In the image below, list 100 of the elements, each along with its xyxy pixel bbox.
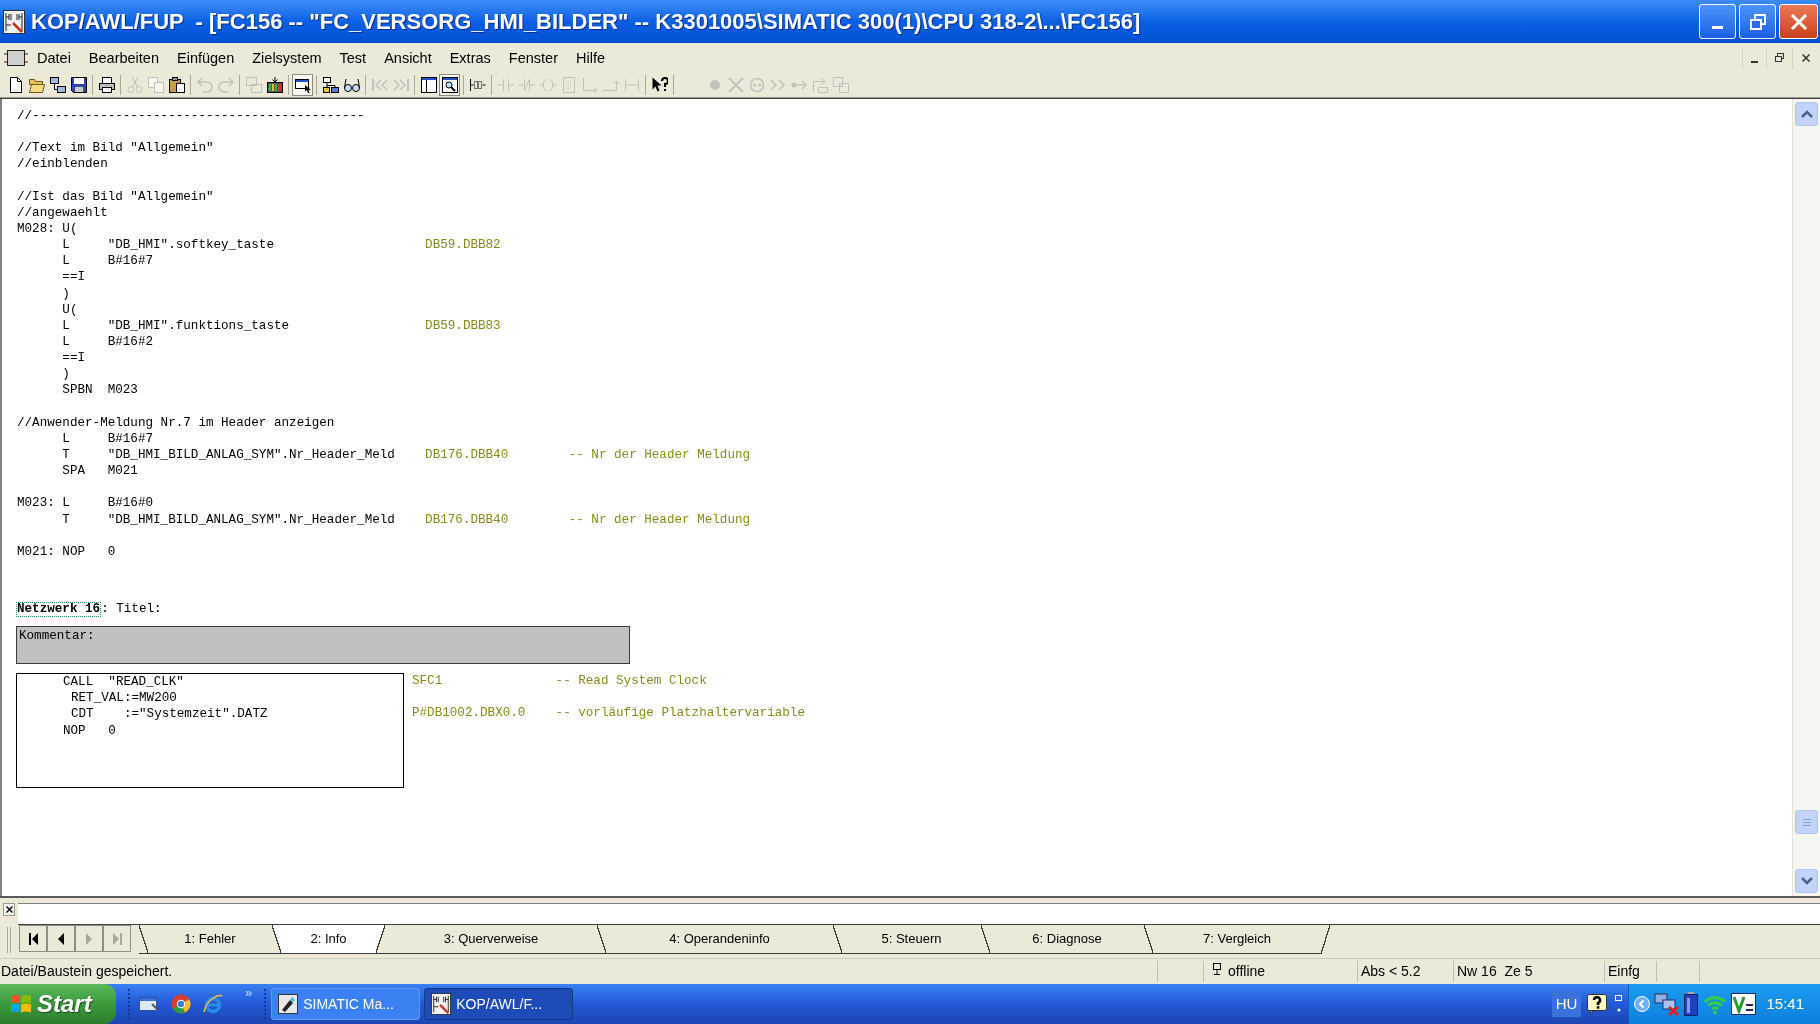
instruction: L — [62, 431, 70, 446]
colored-circle-icon[interactable] — [171, 994, 191, 1014]
tab[interactable]: 2: Info — [281, 925, 376, 954]
instruction: CALL — [63, 675, 94, 690]
help-pointer-icon — [651, 76, 668, 93]
menu-item[interactable]: Einfügen — [168, 47, 244, 68]
network-comment-field[interactable]: Kommentar: — [16, 626, 630, 665]
operand: B#16#7 — [107, 254, 154, 269]
network-error-icon[interactable] — [1654, 992, 1681, 1016]
minimize-icon — [1712, 26, 1723, 29]
ladder-diagram-icon — [431, 993, 452, 1015]
address: DB59.DBB82 — [425, 238, 501, 253]
desktop-window-icon[interactable] — [139, 995, 159, 1013]
double-chevron-icon — [769, 76, 786, 93]
code-comment: //Anwender-Meldung Nr.7 im Header anzeigen — [17, 414, 335, 431]
code-comment: //Text im Bild "Allgemein" — [17, 140, 214, 157]
glasses-icon — [343, 76, 360, 93]
menu-item[interactable]: Datei — [28, 47, 80, 68]
more-button[interactable]: » — [245, 986, 253, 1000]
taskbar-button[interactable]: SIMATIC Ma... — [271, 988, 421, 1020]
parameter-assignment: RET_VAL:=MW200 — [71, 690, 177, 707]
undo-icon — [196, 76, 213, 93]
instruction: T — [62, 512, 70, 527]
scroll-down-button[interactable] — [1795, 869, 1818, 893]
jump-label: M028: — [17, 222, 55, 236]
operand: "DB_HMI_BILD_ANLAG_SYM".Nr_Header_Meld — [107, 447, 395, 462]
four-color-flag-icon — [10, 993, 32, 1015]
line-comment: -- Nr der Header Meldung — [568, 511, 751, 528]
left-triangle-icon — [58, 932, 64, 945]
zoom-window-icon — [441, 76, 458, 93]
empty-box-icon — [560, 76, 577, 93]
line-comment: -- Nr der Header Meldung — [568, 446, 751, 464]
network-code-box[interactable]: CALL "READ_CLK" RET_VAL:=MW200 CDT :="Systemzeit".DATZ NOP 0 — [16, 673, 404, 789]
scroll-up-button[interactable] — [1795, 102, 1818, 126]
toolbar-button[interactable] — [292, 73, 313, 96]
coil-icon — [539, 76, 556, 93]
operand: B#16#7 — [107, 431, 154, 446]
close-icon — [5, 906, 13, 913]
plug-icon — [1212, 962, 1222, 975]
close-icon — [1801, 53, 1810, 62]
address: SFC1 — [412, 674, 443, 689]
skip-back-icon — [371, 76, 388, 93]
instruction: SPBN — [62, 383, 93, 398]
instruction: L — [62, 254, 70, 269]
instruction: L — [62, 334, 70, 349]
scroll-thumb[interactable] — [1795, 810, 1818, 834]
menu-item[interactable]: Extras — [440, 47, 500, 68]
line-comment: -- Read System Clock — [555, 673, 707, 690]
contact-icon — [497, 76, 514, 93]
language-indicator[interactable]: HU — [1551, 990, 1582, 1018]
restore-icon — [1749, 13, 1766, 30]
chip-icon — [4, 48, 28, 67]
operand: "DB_HMI_BILD_ANLAG_SYM".Nr_Header_Meld — [107, 512, 395, 527]
address: DB176.DBB40 — [425, 447, 509, 462]
start-button[interactable]: Start — [0, 984, 116, 1024]
instruction: L — [62, 318, 70, 333]
status-field: Abs < 5.2 — [1361, 961, 1421, 982]
operand: M023 — [107, 383, 138, 398]
redo-icon — [217, 76, 234, 93]
battery-icon[interactable] — [1684, 992, 1699, 1016]
network-number[interactable]: Netzwerk 16 — [16, 601, 102, 617]
minimize-icon — [1751, 60, 1758, 63]
jump-label: M021: — [17, 544, 55, 559]
menu-item[interactable]: Test — [330, 47, 376, 68]
scrollbar[interactable] — [1792, 99, 1820, 896]
previous-button[interactable] — [47, 925, 75, 952]
taskbar-button[interactable]: KOP/AWL/F... — [424, 988, 574, 1020]
status-message: Datei/Baustein gespeichert. — [1, 963, 173, 979]
menu-item[interactable]: Zielsystem — [243, 47, 331, 68]
stacked-blocks-icon — [245, 76, 262, 93]
new-file-icon — [7, 76, 24, 93]
save-icon — [70, 76, 87, 93]
code-comment: //-------------------------------------------- — [17, 108, 365, 125]
code-comment: //Ist das Bild "Allgemein" — [17, 188, 214, 205]
chevron-left-icon[interactable] — [1634, 996, 1651, 1012]
close-icon — [1789, 12, 1808, 31]
help-bubble-icon[interactable] — [1587, 994, 1608, 1014]
v-tile-icon[interactable] — [1731, 993, 1757, 1015]
network-nodes-icon — [49, 76, 66, 93]
operand: B#16#0 — [107, 496, 154, 511]
operand: 0 — [108, 722, 116, 739]
instruction: NOP — [63, 723, 86, 738]
skip-to-start-icon — [28, 932, 38, 945]
close-panel-button[interactable] — [3, 903, 15, 916]
menu-item[interactable]: Fenster — [499, 47, 567, 68]
panel-grip[interactable] — [7, 927, 11, 953]
line-comment: -- vorläufige Platzhaltervariable — [555, 705, 805, 722]
address: DB176.DBB40 — [425, 512, 509, 527]
address: P#DB1002.DBX0.0 — [412, 706, 526, 721]
menu-item[interactable]: Bearbeiten — [79, 47, 168, 68]
toolbar-button[interactable] — [439, 73, 460, 96]
menu-item[interactable]: Hilfe — [566, 47, 614, 68]
instruction: U( — [62, 302, 78, 317]
status-field: offline — [1228, 961, 1266, 982]
first-button[interactable] — [19, 925, 47, 952]
menu-item[interactable]: Ansicht — [375, 47, 441, 68]
network-title: : Titel: — [101, 600, 162, 618]
e-orbit-icon[interactable] — [203, 994, 223, 1014]
window-dot-icon[interactable] — [1615, 995, 1624, 1013]
split-window-icon — [420, 76, 437, 93]
